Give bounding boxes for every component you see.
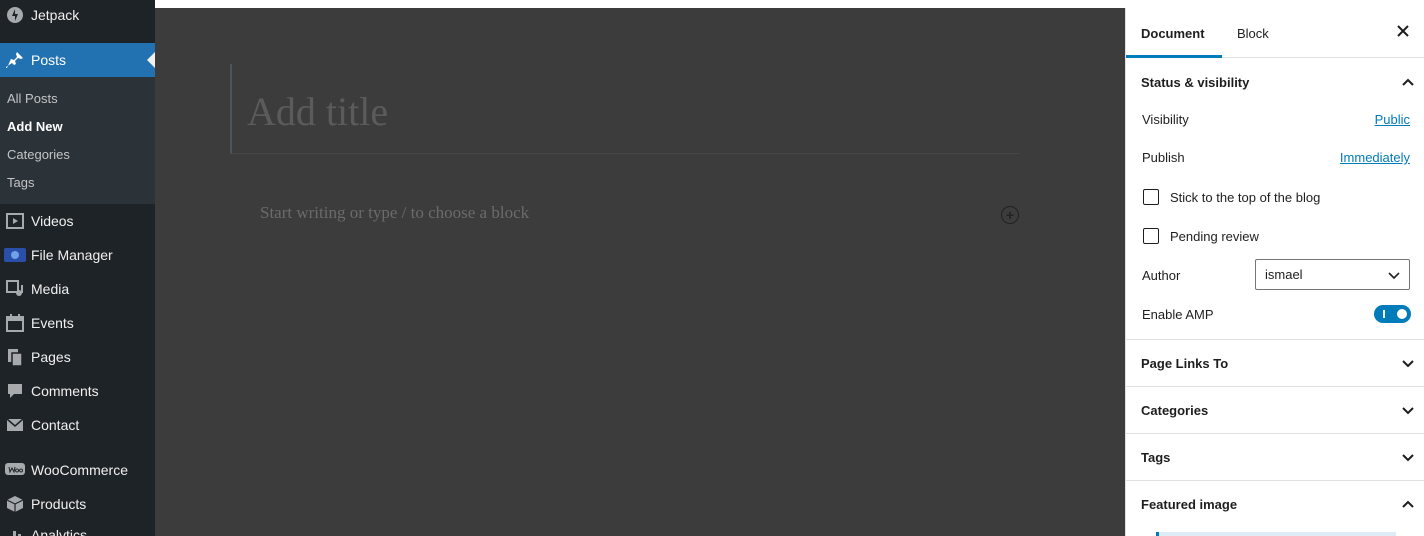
tab-block[interactable]: Block [1237,26,1269,41]
visibility-toggle[interactable]: Public [1375,112,1410,127]
settings-sidebar: Document Block Status & visibility Visib… [1125,8,1424,536]
panel-featured-image[interactable]: Featured image [1126,481,1424,528]
panel-title: Tags [1141,449,1171,465]
panel-title: Categories [1141,402,1209,418]
menu-item-analytics[interactable]: Analytics [0,518,155,536]
author-label: Author [1142,268,1181,283]
posts-submenu: All Posts Add New Categories Tags [0,77,155,204]
menu-label: Pages [31,349,71,365]
menu-item-contact[interactable]: Contact [0,408,155,442]
sticky-checkbox[interactable] [1143,189,1159,205]
editor-canvas: Add title Start writing or type / to cho… [155,8,1125,536]
file-manager-icon [3,245,27,265]
title-block[interactable]: Add title [230,64,1020,154]
jetpack-icon [3,5,27,25]
sticky-label: Stick to the top of the blog [1170,190,1321,205]
menu-item-jetpack[interactable]: Jetpack [0,0,155,32]
panel-title: Featured image [1141,497,1238,512]
set-featured-image-button[interactable] [1156,532,1396,536]
comment-icon [3,381,27,401]
menu-label: WooCommerce [31,462,128,478]
media-icon [3,279,27,299]
pending-review-checkbox[interactable] [1143,228,1159,244]
mail-icon [3,415,27,435]
menu-item-posts[interactable]: Posts [0,43,155,77]
menu-label: Media [31,281,70,297]
menu-item-pages[interactable]: Pages [0,340,155,374]
pages-icon [3,347,27,367]
menu-label: File Manager [31,247,113,263]
panel-title: Status & visibility [1141,75,1250,90]
close-icon[interactable] [1396,24,1410,38]
calendar-icon [3,313,27,333]
visibility-label: Visibility [1142,112,1189,127]
chevron-down-icon [1402,360,1414,368]
block-placeholder[interactable]: Start writing or type / to choose a bloc… [260,203,529,223]
menu-item-media[interactable]: Media [0,272,155,306]
submenu-categories[interactable]: Categories [7,147,70,162]
submenu-tags[interactable]: Tags [7,175,34,190]
toggle-on-indicator [1383,310,1385,318]
pending-review-label: Pending review [1170,229,1259,244]
menu-label: Contact [31,417,80,433]
analytics-icon [3,525,27,536]
panel-tags[interactable]: Tags [1126,434,1424,481]
menu-label: Comments [31,383,99,399]
author-select[interactable]: ismael [1255,259,1410,290]
editor-top-bar [155,0,1424,8]
menu-item-comments[interactable]: Comments [0,374,155,408]
amp-toggle[interactable] [1374,305,1411,323]
add-block-icon[interactable]: + [1001,206,1019,224]
submenu-all-posts[interactable]: All Posts [7,91,58,106]
chevron-down-icon [1402,407,1414,415]
toggle-knob [1397,309,1407,319]
pin-icon [3,50,27,70]
menu-label: Analytics [31,527,88,536]
author-value: ismael [1265,267,1303,282]
publish-date-toggle[interactable]: Immediately [1340,150,1410,165]
amp-label: Enable AMP [1142,307,1214,322]
chevron-down-icon [1388,272,1400,280]
post-title-input[interactable]: Add title [247,88,388,135]
chevron-down-icon [1402,454,1414,462]
tab-active-indicator [1126,55,1222,58]
panel-page-links-to[interactable]: Page Links To [1126,340,1424,387]
menu-item-videos[interactable]: Videos [0,204,155,238]
chevron-up-icon [1402,78,1414,86]
menu-label: Products [31,496,87,512]
tab-document[interactable]: Document [1141,26,1205,41]
menu-label: Events [31,315,74,331]
submenu-add-new[interactable]: Add New [7,119,63,134]
chevron-up-icon [1402,500,1414,508]
menu-item-file-manager[interactable]: File Manager [0,238,155,272]
menu-item-products[interactable]: Products [0,487,155,521]
menu-item-woocommerce[interactable]: WooCommerce [0,453,155,487]
menu-item-events[interactable]: Events [0,306,155,340]
menu-label: Posts [31,52,67,68]
sidebar-tabs: Document Block [1126,8,1424,58]
products-icon [3,494,27,514]
menu-label: Jetpack [31,7,80,23]
menu-label: Videos [31,213,74,229]
admin-sidebar: Jetpack Posts All Posts Add New Categori… [0,0,155,536]
panel-status-visibility[interactable]: Status & visibility [1126,59,1424,106]
panel-categories[interactable]: Categories [1126,387,1424,434]
publish-label: Publish [1142,150,1185,165]
woocommerce-icon [3,460,27,480]
video-icon [3,211,27,231]
panel-title: Page Links To [1141,355,1229,371]
